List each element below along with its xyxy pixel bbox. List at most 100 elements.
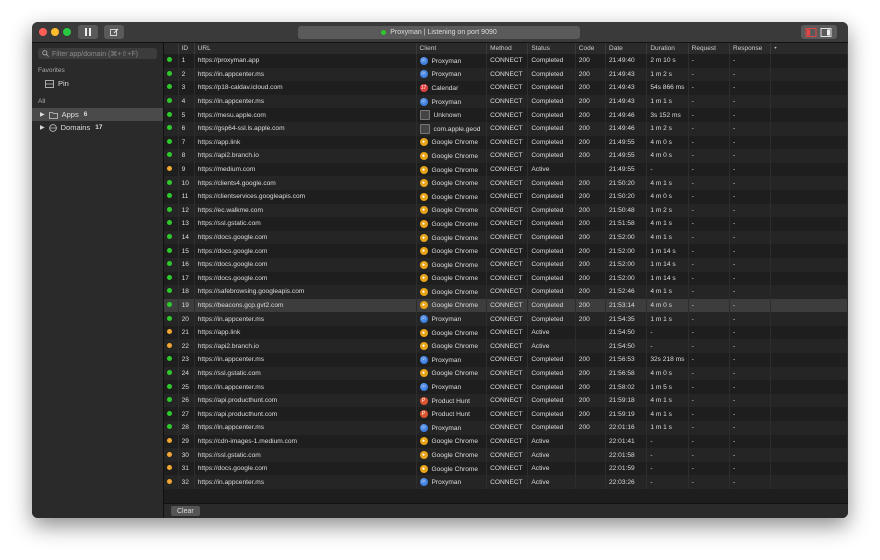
cell-url: https://mesu.apple.com bbox=[194, 108, 417, 122]
cell-id: 23 bbox=[178, 353, 195, 367]
table-row[interactable]: 15 https://docs.google.com ● Google Chrome C… bbox=[164, 244, 848, 258]
column-header-duration[interactable]: Duration bbox=[646, 43, 689, 54]
client-name: Google Chrome bbox=[431, 234, 479, 242]
column-header-date[interactable]: Date bbox=[605, 43, 648, 54]
apps-label: Apps bbox=[61, 110, 79, 119]
status-dot-cell bbox=[164, 81, 179, 95]
table-row[interactable]: 23 https://in.appcenter.ms ⓟ Proxyman CONNEC… bbox=[164, 353, 848, 367]
table-row[interactable]: 27 https://api.producthunt.com P Product Hu… bbox=[164, 407, 848, 422]
column-header-code[interactable]: Code bbox=[575, 43, 607, 54]
table-row[interactable]: 4 https://in.appcenter.ms ⓟ Proxyman CONNECT… bbox=[164, 94, 848, 109]
filter-input[interactable]: Filter app/domain (⌘+⇧+F) bbox=[38, 48, 157, 59]
cell-request: - bbox=[688, 257, 731, 272]
cell-request: - bbox=[688, 135, 731, 150]
minimize-window-button[interactable] bbox=[51, 28, 59, 36]
cell-client: ● Google Chrome bbox=[416, 176, 488, 190]
table-row[interactable]: 19 https://beacons.gcp.gvt2.com ● Google Ch… bbox=[164, 298, 848, 313]
table-row[interactable]: 13 https://ssl.gstatic.com ● Google Chrome C… bbox=[164, 217, 848, 231]
cell-extra bbox=[770, 461, 848, 476]
table-row[interactable]: 2 https://in.appcenter.ms ⓟ Proxyman CONNECT… bbox=[164, 67, 848, 82]
chrome-icon: ● bbox=[419, 219, 428, 228]
cell-response: - bbox=[729, 421, 772, 435]
chrome-icon: ● bbox=[419, 451, 428, 460]
table-row[interactable]: 8 https://api2.branch.io ● Google Chrome CON… bbox=[164, 149, 848, 163]
status-dot-icon bbox=[167, 329, 172, 335]
table-row[interactable]: 31 https://docs.google.com ● Google Chrome C… bbox=[164, 461, 848, 476]
client-name: Google Chrome bbox=[431, 152, 479, 160]
sidebar-item-apps[interactable]: ▶ Apps 6 bbox=[32, 108, 163, 121]
cell-response: - bbox=[729, 325, 772, 340]
table-row[interactable]: 24 https://ssl.gstatic.com ● Google Chrome C… bbox=[164, 366, 848, 381]
toggle-panels-button[interactable] bbox=[801, 25, 837, 39]
table-row[interactable]: 7 https://app.link ● Google Chrome CONNECT Co… bbox=[164, 135, 848, 150]
status-dot-icon bbox=[167, 410, 172, 416]
status-dot-icon bbox=[167, 356, 172, 362]
client-name: Google Chrome bbox=[431, 139, 479, 147]
column-header-url[interactable]: URL bbox=[194, 43, 417, 54]
cell-request: - bbox=[688, 149, 731, 163]
cell-request: - bbox=[688, 461, 731, 476]
cell-extra bbox=[770, 189, 848, 204]
cell-status: Active bbox=[527, 325, 576, 340]
table-row[interactable]: 5 https://mesu.apple.com Unknown CONNECT Com… bbox=[164, 108, 848, 122]
cell-request: - bbox=[688, 434, 731, 449]
table-row[interactable]: 25 https://in.appcenter.ms ⓟ Proxyman CONNEC… bbox=[164, 380, 848, 394]
client-name: Google Chrome bbox=[431, 451, 479, 459]
table-row[interactable]: 10 https://clients4.google.com ● Google Chr… bbox=[164, 176, 848, 190]
column-header-method[interactable]: Method bbox=[486, 43, 529, 54]
table-row[interactable]: 26 https://api.producthunt.com P Product Hu… bbox=[164, 393, 848, 408]
cell-code: 200 bbox=[575, 407, 607, 422]
column-header-request[interactable]: Request bbox=[688, 43, 731, 54]
table-row[interactable]: 20 https://in.appcenter.ms ⓟ Proxyman CONNEC… bbox=[164, 312, 848, 326]
chrome-icon: ● bbox=[419, 192, 428, 201]
compose-button[interactable] bbox=[104, 25, 124, 39]
table-row[interactable]: 16 https://docs.google.com ● Google Chrome C… bbox=[164, 257, 848, 272]
column-header-extra[interactable]: • bbox=[770, 43, 848, 54]
table-row[interactable]: 3 https://p18-caldav.icloud.com 17 Calendar… bbox=[164, 81, 848, 95]
column-header-client[interactable]: Client bbox=[416, 43, 488, 54]
cell-request: - bbox=[688, 271, 731, 286]
sidebar-item-pin[interactable]: Pin bbox=[32, 77, 163, 90]
table-row[interactable]: 28 https://in.appcenter.ms ⓟ Proxyman CONNEC… bbox=[164, 421, 848, 435]
cell-response: - bbox=[729, 298, 772, 313]
table-row[interactable]: 30 https://ssl.gstatic.com ● Google Chrome C… bbox=[164, 448, 848, 462]
cell-client: ● Google Chrome bbox=[416, 244, 488, 258]
table-row[interactable]: 29 https://cdn-images-1.medium.com ● Google… bbox=[164, 434, 848, 449]
table-row[interactable]: 11 https://clientservices.googleapis.com ●… bbox=[164, 189, 848, 204]
table-row[interactable]: 14 https://docs.google.com ● Google Chrome C… bbox=[164, 230, 848, 245]
cell-extra bbox=[770, 298, 848, 313]
cell-extra bbox=[770, 230, 848, 245]
table-row[interactable]: 22 https://api2.branch.io ● Google Chrome CO… bbox=[164, 339, 848, 354]
table-row[interactable]: 6 https://gsp64-ssl.ls.apple.com com.apple… bbox=[164, 121, 848, 136]
table-row[interactable]: 32 https://in.appcenter.ms ⓟ Proxyman CONNEC… bbox=[164, 475, 848, 489]
column-header-dot[interactable] bbox=[164, 43, 179, 54]
status-dot-cell bbox=[164, 325, 179, 340]
client-name: Google Chrome bbox=[431, 220, 479, 228]
cell-method: CONNECT bbox=[486, 312, 529, 326]
cell-response: - bbox=[729, 108, 772, 122]
cell-status: Completed bbox=[527, 121, 576, 136]
close-window-button[interactable] bbox=[39, 28, 47, 36]
table-row[interactable]: 9 https://medium.com ● Google Chrome CONNECT… bbox=[164, 162, 848, 177]
table-row[interactable]: 17 https://docs.google.com ● Google Chrome C… bbox=[164, 271, 848, 286]
cell-url: https://cdn-images-1.medium.com bbox=[194, 434, 417, 449]
status-dot-icon bbox=[167, 342, 172, 348]
cell-extra bbox=[770, 353, 848, 367]
pause-button[interactable] bbox=[78, 25, 98, 39]
sidebar-item-domains[interactable]: ▶ Domains 17 bbox=[32, 121, 163, 134]
cell-request: - bbox=[688, 475, 731, 489]
pause-icon bbox=[85, 28, 91, 36]
status-dot-cell bbox=[164, 189, 179, 204]
cell-extra bbox=[770, 203, 848, 218]
cell-id: 1 bbox=[178, 54, 195, 68]
column-header-status[interactable]: Status bbox=[527, 43, 576, 54]
cell-response: - bbox=[729, 461, 772, 476]
clear-button[interactable]: Clear bbox=[171, 506, 200, 516]
column-header-response[interactable]: Response bbox=[729, 43, 772, 54]
table-row[interactable]: 1 https://proxyman.app ⓟ Proxyman CONNECT Com… bbox=[164, 54, 848, 68]
table-row[interactable]: 12 https://ec.walkme.com ● Google Chrome CON… bbox=[164, 203, 848, 218]
table-row[interactable]: 18 https://safebrowsing.googleapis.com ● Go… bbox=[164, 285, 848, 299]
column-header-id[interactable]: ID bbox=[178, 43, 195, 54]
zoom-window-button[interactable] bbox=[63, 28, 71, 36]
table-row[interactable]: 21 https://app.link ● Google Chrome CONNECT A… bbox=[164, 325, 848, 340]
